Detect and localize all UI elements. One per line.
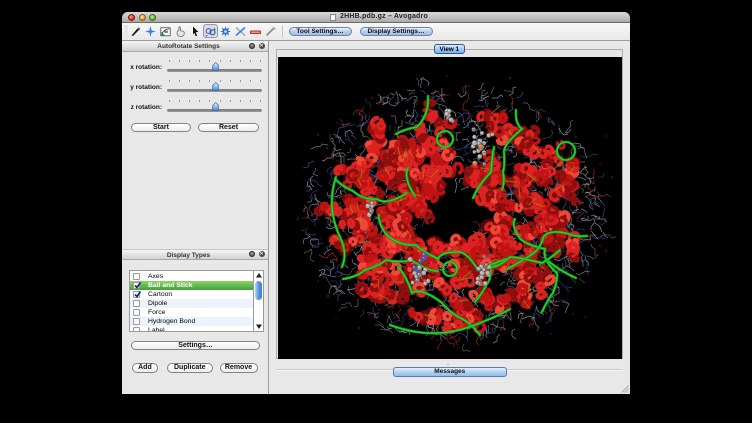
svg-text:90: 90 [164,29,168,33]
